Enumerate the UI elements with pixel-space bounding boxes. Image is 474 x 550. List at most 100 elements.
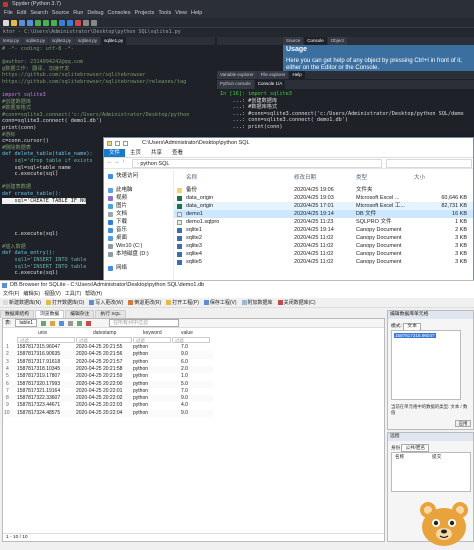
nav-drive-d[interactable]: 本地磁盘 (D:) [108, 251, 149, 258]
revert-changes-button[interactable]: 倒退更改(R) [128, 299, 161, 306]
table-row[interactable]: 5 1587817319.17807 2020-04-25 20:21:59 pyth… [3, 373, 213, 380]
new-database-button[interactable]: 新建数据库(N) [3, 299, 41, 306]
file-row[interactable]: 备份 2020/4/25 19:06 文件夹 [174, 186, 473, 194]
remote-list[interactable]: 名称 提交 [391, 452, 471, 492]
debug-icon[interactable] [59, 19, 65, 26]
clear-filter-icon[interactable] [50, 320, 56, 326]
open-project-button[interactable]: 打开工程(P) [166, 299, 199, 306]
ribbon-tab-file[interactable]: 文件 [104, 149, 126, 157]
editor-tab[interactable]: sqlite3.py [49, 37, 75, 45]
address-bar[interactable]: › python SQL [132, 159, 382, 168]
filter-value[interactable]: 过滤 [172, 337, 210, 343]
tab-execute-sql[interactable]: 执行 SQL [95, 310, 126, 318]
new-folder-icon[interactable] [123, 141, 128, 146]
file-row[interactable]: data_origin 2020/4/25 19:03 Microsoft Exce… [174, 194, 473, 202]
save-filter-icon[interactable] [59, 320, 65, 326]
new-file-icon[interactable] [3, 19, 9, 26]
up-arrow-icon[interactable]: ↑ [122, 159, 125, 165]
refresh-icon[interactable] [41, 320, 47, 326]
file-row[interactable]: sqlite1 2020/4/25 19:14 Canopy Document 2 K… [174, 226, 473, 234]
menu-run[interactable]: Run [73, 9, 83, 18]
editor-tab[interactable]: sqlite2.py [23, 37, 49, 45]
file-row[interactable]: sqlite5 2020/4/25 11:02 Canopy Document 3 K… [174, 258, 473, 266]
tab-object[interactable]: Object [327, 37, 347, 45]
save-icon[interactable] [19, 19, 25, 26]
open-folder-icon[interactable] [11, 19, 17, 26]
tab-file-explorer[interactable]: File explorer [257, 71, 289, 79]
open-database-button[interactable]: 打开数据库(O) [45, 299, 84, 306]
table-row[interactable]: 8 1587817322.33607 2020-04-25 20:22:02 pyth… [3, 395, 213, 403]
table-row[interactable]: 1 1587817315.96047 2020-04-25 20:21:55 pyth… [3, 344, 213, 351]
menu-tools[interactable]: Tools [158, 9, 171, 18]
db-menu-tools[interactable]: 工具(T) [65, 290, 81, 298]
tab-help[interactable]: Help [289, 71, 305, 79]
nav-pictures[interactable]: 图片 [108, 203, 127, 210]
db-menu-file[interactable]: 文件(F) [3, 290, 19, 298]
python-path-icon[interactable] [91, 19, 97, 26]
menu-projects[interactable]: Projects [134, 9, 154, 18]
settings-icon[interactable] [83, 19, 89, 26]
run-cell-icon[interactable] [43, 19, 49, 26]
table-select[interactable]: table1 [15, 319, 38, 327]
grid-header-value[interactable]: value [181, 330, 193, 336]
editor-tab[interactable]: temp.py [0, 37, 23, 45]
nav-network[interactable]: 网络 [108, 265, 127, 272]
file-row[interactable]: demo1.sqlpro 2020/4/25 11:23 SQLPRO 文件 1 KB [174, 218, 473, 226]
menu-consoles[interactable]: Consoles [108, 9, 131, 18]
tab-console-1[interactable]: Console 1/A [254, 80, 286, 89]
print-icon[interactable] [68, 320, 74, 326]
menu-help[interactable]: Help [191, 9, 202, 18]
delete-record-icon[interactable] [86, 320, 92, 326]
ribbon-tab-view[interactable]: 查看 [167, 149, 188, 157]
tab-browse-data[interactable]: 浏览数据 [35, 310, 65, 318]
nav-this-pc[interactable]: 此电脑 [108, 187, 133, 194]
column-size[interactable]: 大小 [414, 173, 425, 181]
file-row[interactable]: sqlite4 2020/4/25 11:02 Canopy Document 3 K… [174, 250, 473, 258]
column-date[interactable]: 修改日期 [294, 173, 316, 181]
editor-tab[interactable]: sqlite4.py [75, 37, 101, 45]
close-database-button[interactable]: 关闭数据库(C) [277, 299, 316, 306]
table-row[interactable]: 4 1587817318.10345 2020-04-25 20:21:58 pyth… [3, 365, 213, 374]
table-row[interactable]: 9 1587817323.44671 2020-04-25 20:22:03 pyth… [3, 402, 213, 409]
file-row[interactable]: data_origin 2020/4/25 17:01 Microsoft Exce… [174, 202, 473, 210]
ribbon-tab-share[interactable]: 共享 [146, 149, 167, 157]
attach-database-button[interactable]: 附加数据库 [241, 299, 273, 306]
table-row[interactable]: 10 1587817324.48575 2020-04-25 20:22:04 pyt… [3, 409, 213, 417]
insert-record-icon[interactable] [77, 320, 83, 326]
menu-file[interactable]: File [4, 9, 13, 18]
db-menu-edit[interactable]: 编辑(E) [23, 290, 40, 298]
filter-keyword[interactable]: 过滤 [133, 337, 171, 343]
back-arrow-icon[interactable]: ← [107, 159, 113, 165]
nav-quick-access[interactable]: 快速访问 [108, 173, 138, 180]
step-icon[interactable] [67, 19, 73, 26]
grid-header-datestamp[interactable]: datestamp [93, 330, 116, 336]
global-filter-input[interactable]: 在所有列中过滤 [109, 319, 180, 327]
ribbon-tab-home[interactable]: 主页 [125, 149, 146, 157]
apply-button[interactable]: 应用 [455, 420, 471, 427]
nav-drive-c[interactable]: Win10 (C:) [108, 243, 142, 250]
identity-select[interactable]: 公共/匿名 [401, 444, 430, 452]
editor-tab-active[interactable]: sqlite1.py [101, 37, 127, 45]
save-project-button[interactable]: 保存工程(V) [203, 299, 237, 306]
save-all-icon[interactable] [27, 19, 33, 26]
table-row[interactable]: 2 1587817316.90635 2020-04-25 20:21:56 pyth… [3, 351, 213, 359]
db-menu-help[interactable]: 帮助(H) [85, 290, 102, 298]
file-row[interactable]: sqlite3 2020/4/25 11:02 Canopy Document 3 K… [174, 242, 473, 250]
grid-header-unix[interactable]: unix [38, 330, 47, 336]
nav-documents[interactable]: 文档 [108, 211, 127, 218]
filter-unix[interactable]: 过滤 [17, 337, 75, 343]
tab-source[interactable]: Source [283, 37, 304, 45]
tab-console[interactable]: Console [304, 37, 327, 45]
menu-view[interactable]: View [175, 9, 187, 18]
explorer-search-box[interactable] [386, 159, 472, 168]
menu-debug[interactable]: Debug [87, 9, 103, 18]
menu-source[interactable]: Source [52, 9, 69, 18]
column-name[interactable]: 名称 [186, 173, 197, 181]
write-changes-button[interactable]: 写入更改(W) [89, 299, 123, 306]
forward-arrow-icon[interactable]: → [114, 159, 120, 165]
nav-desktop[interactable]: 桌面 [108, 235, 127, 242]
table-row[interactable]: 7 1587817321.19164 2020-04-25 20:22:01 pyth… [3, 388, 213, 395]
run-icon[interactable] [35, 19, 41, 26]
menu-search[interactable]: Search [30, 9, 47, 18]
grid-header-keyword[interactable]: keyword [143, 330, 162, 336]
